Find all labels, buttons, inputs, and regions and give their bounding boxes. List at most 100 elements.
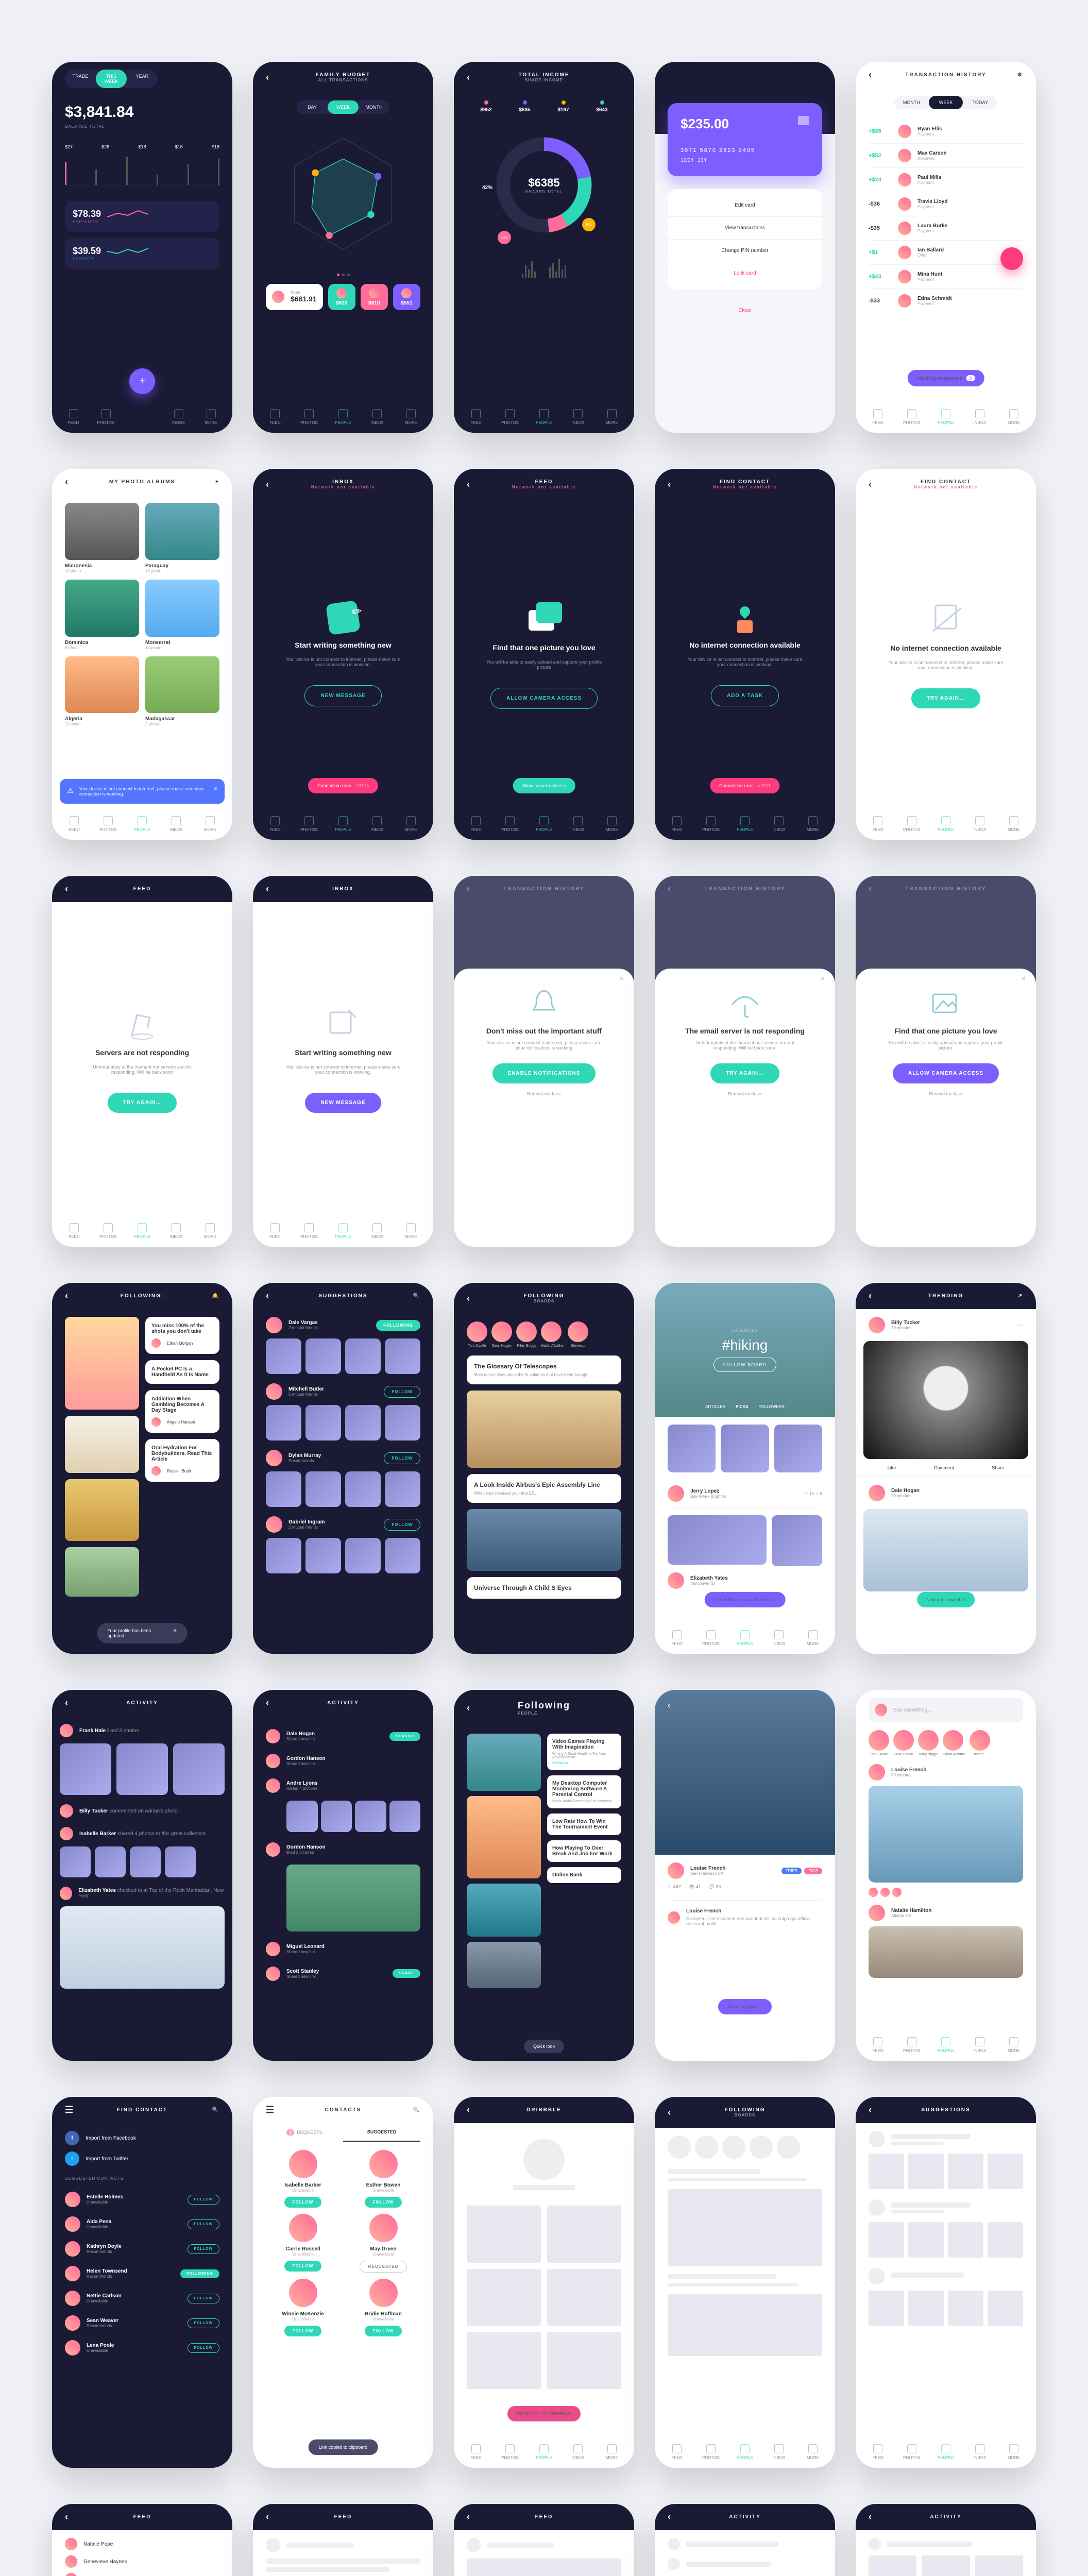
search-icon[interactable]: 🔍 <box>212 2107 219 2113</box>
follow-btn[interactable]: FOLLOW <box>188 2294 219 2303</box>
nav-photos[interactable]: PHOTOS <box>900 409 924 425</box>
try-again-btn[interactable]: TRY AGAIN… <box>108 1093 177 1113</box>
nav-feed[interactable]: FEED <box>866 409 890 425</box>
import-tw[interactable]: tImport from Twitter <box>65 2151 219 2166</box>
back-icon[interactable]: ‹ <box>266 1291 270 1301</box>
period-pills[interactable]: DAY WEEK MONTH <box>297 100 389 114</box>
nav-photos[interactable]: PHOTOS <box>298 409 321 425</box>
nav-people[interactable]: PEOPLE <box>934 409 958 425</box>
pill[interactable]: DAY <box>297 100 328 114</box>
period-pills[interactable]: MONTHWEEKTODAY <box>894 96 997 109</box>
import-fb[interactable]: fImport from Facebook <box>65 2131 219 2145</box>
person[interactable]: Habib Albathe <box>541 1321 564 1348</box>
person[interactable]: Tom Castle <box>467 1321 487 1348</box>
new-msg-btn[interactable]: NEW MESSAGE <box>304 685 381 706</box>
nav-people[interactable]: PEOPLE <box>332 409 355 425</box>
person[interactable]: Steven... <box>568 1321 588 1348</box>
fab-pink[interactable] <box>1000 247 1023 270</box>
tx-row[interactable]: -$33Edna SchmidtPayment <box>869 289 1023 313</box>
follow-btn[interactable]: FOLLOW <box>365 2326 402 2336</box>
tx-row[interactable]: +$52Max CarsonReceived <box>869 144 1023 168</box>
back-icon[interactable]: ‹ <box>467 479 471 490</box>
follow-btn[interactable]: FOLLOW <box>384 1519 420 1531</box>
back-icon[interactable]: ‹ <box>65 884 69 894</box>
back-icon[interactable]: ‹ <box>668 2107 672 2118</box>
back-icon[interactable]: ‹ <box>869 2105 873 2115</box>
period-pills[interactable]: TRADE THIS WEEK YEAR <box>65 70 158 88</box>
close-icon[interactable]: ✕ <box>821 976 825 982</box>
follow-btn[interactable]: FOLLOW <box>284 2326 322 2336</box>
nav-feed[interactable]: FEED <box>264 409 287 425</box>
remind-link[interactable]: Remind me later <box>668 1091 822 1096</box>
follow-btn[interactable]: FOLLOW <box>188 2219 219 2229</box>
follow-btn[interactable]: FOLLOW <box>188 2343 219 2353</box>
person[interactable]: Dear Hogan <box>893 1730 914 1756</box>
activity-row[interactable]: Andre LyonsAdded 4 pictures <box>266 1773 420 1798</box>
fab-add[interactable]: + <box>129 368 155 394</box>
nav-more[interactable]: MORE <box>199 409 223 425</box>
back-icon[interactable]: ‹ <box>65 1698 69 1708</box>
back-icon[interactable]: ‹ <box>869 479 873 490</box>
share-btn[interactable]: Share <box>992 1465 1004 1470</box>
tx-row[interactable]: +$43Mina HuntPayment <box>869 265 1023 289</box>
comment-btn[interactable]: Comment <box>934 1465 954 1470</box>
follow-btn[interactable]: REQUESTED <box>360 2261 407 2273</box>
back-icon[interactable]: ‹ <box>467 1703 471 1714</box>
tx-row[interactable]: -$36Travis LloydPayment <box>869 192 1023 216</box>
nav-inbox[interactable]: INBOX <box>567 409 590 425</box>
follow-btn[interactable]: FOLLOWING <box>180 2269 219 2278</box>
allow-camera-btn[interactable]: ALLOW CAMERA ACCESS <box>490 688 598 709</box>
menu-icon[interactable]: ☰ <box>65 2105 74 2115</box>
nav-feed[interactable]: FEED <box>63 816 86 832</box>
follow-btn[interactable]: FOLLOW <box>284 2261 322 2272</box>
tx-row[interactable]: +$24Paul MillsPayment <box>869 168 1023 192</box>
close-icon[interactable]: ✕ <box>620 976 624 982</box>
back-icon[interactable]: ‹ <box>65 477 69 487</box>
follow-btn[interactable]: FOLLOW <box>188 2244 219 2254</box>
person[interactable]: Tom Castle <box>869 1730 889 1756</box>
plus-icon[interactable]: + <box>215 479 219 485</box>
conn-banner[interactable]: ⚠Your device is not connect to internet,… <box>60 779 225 804</box>
matching-button[interactable]: Matching transactions3 <box>908 370 984 386</box>
activity-row[interactable]: Miguel LeonardShared new link <box>266 1937 420 1961</box>
try-again-btn[interactable]: TRY AGAIN… <box>911 688 980 708</box>
nav-more[interactable]: MORE <box>1002 409 1026 425</box>
back-icon[interactable]: ‹ <box>65 2512 69 2522</box>
album[interactable]: Micronesia13 photo <box>65 503 139 573</box>
back-icon[interactable]: ‹ <box>467 2105 471 2115</box>
nav-people[interactable]: PEOPLE <box>131 816 154 832</box>
activity-row[interactable]: Scott StanleyShared new linkSHARE <box>266 1961 420 1986</box>
tx-row[interactable]: +$85Ryan EllisPayment <box>869 120 1023 144</box>
follow-board-btn[interactable]: FOLLOW BOARD <box>713 1358 777 1372</box>
close-link[interactable]: Close <box>655 302 835 318</box>
follow-btn[interactable]: FOLLOW <box>384 1452 420 1464</box>
pill-year[interactable]: YEAR <box>127 70 158 88</box>
follow-btn[interactable]: FOLLOW <box>365 2197 402 2208</box>
nav-feed[interactable]: FEED <box>62 409 85 425</box>
pill[interactable]: WEEK <box>328 100 359 114</box>
follow-btn[interactable]: FOLLOW <box>284 2197 322 2208</box>
follow-btn[interactable]: FOLLOW <box>384 1386 420 1398</box>
nav-feed[interactable]: FEED <box>465 409 488 425</box>
activity-row[interactable]: Dale HoganShared new linkSEARCH <box>266 1724 420 1749</box>
new-post-toast[interactable]: New post available <box>917 1592 975 1607</box>
new-msg-btn[interactable]: NEW MESSAGE <box>305 1093 381 1113</box>
camera-pill[interactable]: Allow camera access <box>513 778 575 793</box>
gear-icon[interactable]: ⚙ <box>1017 72 1023 78</box>
remind-link[interactable]: Remind me later <box>467 1091 621 1096</box>
card-opt[interactable]: Edit card <box>668 194 822 217</box>
activity-row[interactable]: Gordon Hansonliked 2 pictures <box>266 1837 420 1862</box>
pill-trade[interactable]: TRADE <box>65 70 96 88</box>
notif-pill[interactable]: Get notifications back on track <box>705 1592 786 1607</box>
conn-error[interactable]: Connection error#2911 <box>710 778 779 793</box>
enable-notif-btn[interactable]: ENABLE NOTIFICATIONS <box>492 1063 596 1083</box>
follow-btn[interactable]: FOLLOW <box>188 2195 219 2205</box>
dots-icon[interactable]: ⋯ <box>1018 1323 1023 1328</box>
pill[interactable]: MONTH <box>359 100 389 114</box>
tx-row[interactable]: -$35Laura BurkePayment <box>869 216 1023 241</box>
card-opt[interactable]: View transactions <box>668 217 822 240</box>
nav-people[interactable]: PEOPLE <box>533 409 556 425</box>
nav-inbox[interactable]: INBOX <box>165 816 188 832</box>
back-icon[interactable]: ‹ <box>668 479 672 490</box>
person[interactable]: Steven... <box>970 1730 990 1756</box>
